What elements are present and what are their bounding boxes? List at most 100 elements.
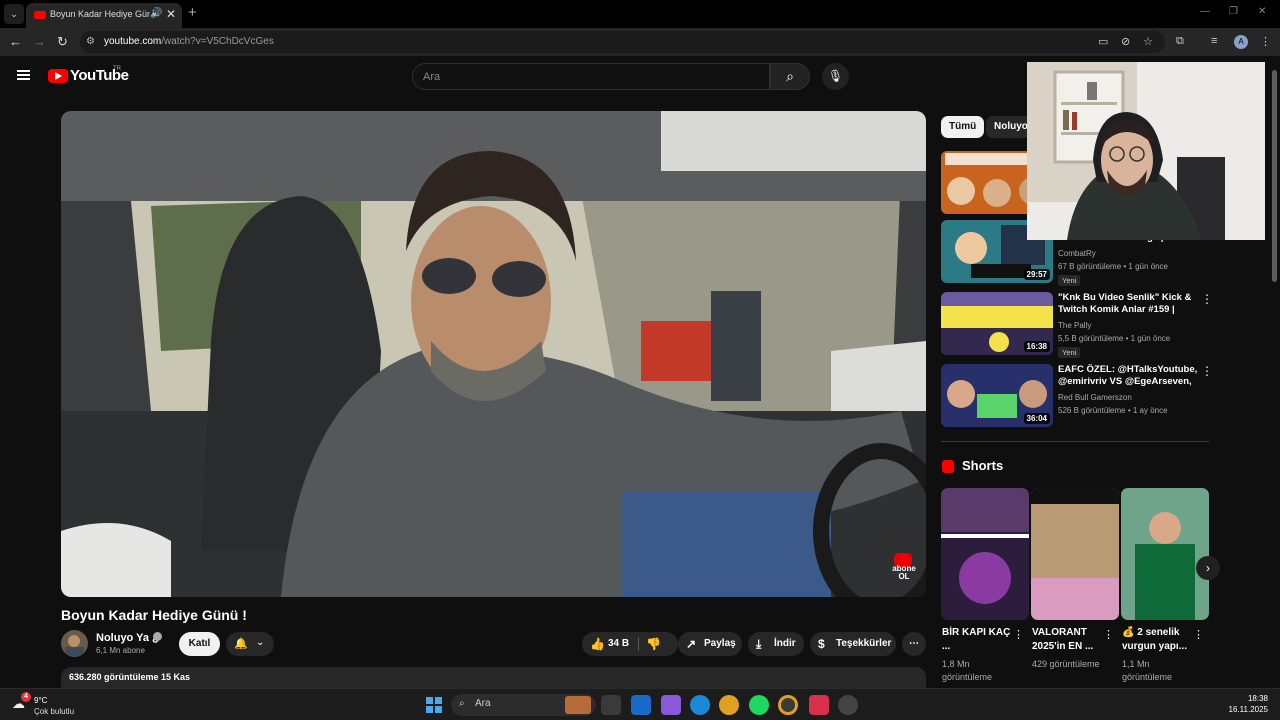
- divider: [638, 637, 639, 651]
- chrome-icon[interactable]: [719, 695, 739, 715]
- short-title[interactable]: BİR KAPI KAÇ ...: [942, 626, 1018, 654]
- recommendation-title[interactable]: EAFC ÖZEL: @HTalksYoutube, @emirivriv VS…: [1058, 364, 1198, 388]
- copilot-icon[interactable]: [661, 695, 681, 715]
- join-button[interactable]: Katıl: [179, 632, 220, 656]
- short-image: [1031, 488, 1119, 620]
- minimize-icon[interactable]: —: [1200, 6, 1210, 17]
- chip-all[interactable]: Tümü: [941, 116, 985, 138]
- scrollbar-thumb[interactable]: [1272, 70, 1277, 282]
- like-icon[interactable]: 👍: [590, 632, 605, 656]
- site-info-icon[interactable]: ⚙: [86, 36, 95, 47]
- browser-menu-icon[interactable]: ⋮: [1260, 35, 1271, 48]
- address-bar[interactable]: ⚙ youtube.com/watch?v=V5ChDcVcGes: [80, 31, 1165, 53]
- youtube-favicon-icon: [34, 11, 46, 19]
- app-icon[interactable]: [809, 695, 829, 715]
- system-clock[interactable]: 18:38 16.11.2025: [1222, 693, 1268, 715]
- download-button[interactable]: ⤓ İndir: [748, 632, 804, 656]
- channel-name[interactable]: Noluyo Ya ¿: [96, 632, 159, 644]
- edge-icon[interactable]: [690, 695, 710, 715]
- video-thumbnail[interactable]: 36:04: [941, 364, 1053, 427]
- menu-hamburger-icon[interactable]: [17, 70, 30, 80]
- search-input[interactable]: [423, 68, 753, 86]
- share-button[interactable]: ↗ Paylaş: [678, 632, 742, 656]
- cast-icon[interactable]: ▭: [1098, 35, 1108, 48]
- dislike-icon[interactable]: 👎: [646, 632, 661, 656]
- weather-widget[interactable]: ☁ 4 9°C Çok bulutlu: [12, 692, 82, 719]
- speaker-icon[interactable]: 🔊: [150, 8, 162, 19]
- restore-icon[interactable]: ❐: [1229, 6, 1238, 17]
- like-count[interactable]: 34 B: [608, 632, 629, 656]
- recommendation-channel[interactable]: Red Bull Gamerszon: [1058, 393, 1132, 402]
- webcam-overlay: [1027, 62, 1265, 240]
- search-box[interactable]: [412, 63, 770, 90]
- more-icon[interactable]: ⋮: [1103, 628, 1114, 641]
- like-dislike-group: 👍 34 B 👎: [582, 632, 678, 656]
- forward-button[interactable]: →: [33, 34, 46, 49]
- webcam-image: [1027, 62, 1265, 240]
- chrome-active-icon[interactable]: [778, 695, 798, 715]
- profile-avatar[interactable]: A: [1234, 35, 1248, 49]
- country-code: TR: [113, 66, 121, 72]
- search-button[interactable]: ⌕: [770, 63, 810, 90]
- recommendation-item[interactable]: 16:38 "Knk Bu Video Senlik" Kick & Twitc…: [941, 292, 1213, 358]
- windows-start-icon[interactable]: [424, 695, 444, 715]
- page-scrollbar[interactable]: [1270, 60, 1280, 688]
- reload-button[interactable]: ↻: [57, 34, 68, 50]
- recommendation-title[interactable]: "Knk Bu Video Senlik" Kick & Twitch Komi…: [1058, 292, 1198, 316]
- more-icon: ⋯: [909, 638, 919, 649]
- video-thumbnail[interactable]: 16:38: [941, 292, 1053, 355]
- app-icon-2[interactable]: [838, 695, 858, 715]
- temperature: 9°C: [34, 696, 48, 705]
- extensions-icon[interactable]: ⧉: [1176, 35, 1184, 48]
- reading-list-icon[interactable]: ≡: [1211, 35, 1217, 47]
- subscriber-count: 6,1 Mn abone: [96, 646, 145, 655]
- task-view-icon[interactable]: [601, 695, 621, 715]
- short-views: 1,1 Mn görüntüleme: [1122, 659, 1173, 682]
- more-actions-button[interactable]: ⋯: [902, 632, 926, 656]
- video-frame: [61, 111, 926, 597]
- divider: [941, 441, 1209, 442]
- date: 16.11.2025: [1228, 705, 1268, 714]
- short-thumbnail[interactable]: [941, 488, 1029, 620]
- outlook-icon[interactable]: [631, 695, 651, 715]
- more-icon[interactable]: ⋮: [1201, 364, 1213, 378]
- voice-search-button[interactable]: 🎙: [822, 63, 849, 90]
- youtube-logo-icon[interactable]: [48, 69, 68, 83]
- os-taskbar: ☁ 4 9°C Çok bulutlu ⌕ Ara 18:38 16.11.20…: [0, 688, 1280, 720]
- more-icon[interactable]: ⋮: [1193, 628, 1204, 641]
- tab-close-icon[interactable]: ✕: [166, 7, 176, 21]
- notification-bell-button[interactable]: 🔔 ⌄: [226, 632, 274, 656]
- video-player[interactable]: abone OL: [61, 111, 926, 597]
- window-close-icon[interactable]: ✕: [1258, 6, 1266, 17]
- recommendation-channel[interactable]: The Pally: [1058, 321, 1091, 330]
- short-views: 1,8 Mn görüntüleme: [942, 659, 993, 682]
- more-icon[interactable]: ⋮: [1013, 628, 1024, 641]
- time: 18:38: [1247, 694, 1268, 703]
- subscribe-watermark[interactable]: abone OL: [889, 553, 919, 581]
- thanks-button[interactable]: $ Teşekkürler: [810, 632, 896, 656]
- short-thumbnail[interactable]: [1031, 488, 1119, 620]
- browser-tab[interactable]: Boyun Kadar Hediye Günü ! - YouTube 🔊 ✕: [26, 3, 182, 28]
- search-highlight-icon: [565, 696, 591, 714]
- back-button[interactable]: ←: [9, 34, 22, 49]
- taskbar-search[interactable]: ⌕ Ara: [451, 694, 596, 716]
- new-tab-button[interactable]: +: [188, 4, 197, 21]
- new-badge: Yeni: [1058, 347, 1081, 358]
- short-title[interactable]: 💰 2 senelik vurgun yapı...: [1122, 626, 1198, 654]
- tab-search-dropdown[interactable]: ⌄: [4, 4, 24, 24]
- bookmark-star-icon[interactable]: ☆: [1143, 35, 1153, 48]
- tab-title: Boyun Kadar Hediye Günü ! - YouTube: [50, 9, 150, 19]
- duration-badge: 16:38: [1023, 341, 1050, 352]
- channel-avatar[interactable]: [61, 630, 88, 657]
- short-title[interactable]: VALORANT 2025'in EN ...: [1032, 626, 1108, 654]
- view-count-date: 636.280 görüntüleme 15 Kas: [69, 672, 191, 682]
- thanks-icon: $: [818, 637, 825, 651]
- hide-icon[interactable]: ⊘: [1121, 35, 1130, 48]
- description-box[interactable]: 636.280 görüntüleme 15 Kas: [61, 667, 926, 688]
- more-icon[interactable]: ⋮: [1201, 292, 1213, 306]
- short-thumbnail[interactable]: [1121, 488, 1209, 620]
- recommendation-item[interactable]: 36:04 EAFC ÖZEL: @HTalksYoutube, @emiriv…: [941, 364, 1213, 428]
- recommendation-channel[interactable]: CombatRy: [1058, 249, 1096, 258]
- spotify-icon[interactable]: [749, 695, 769, 715]
- shorts-next-button[interactable]: ›: [1196, 556, 1220, 580]
